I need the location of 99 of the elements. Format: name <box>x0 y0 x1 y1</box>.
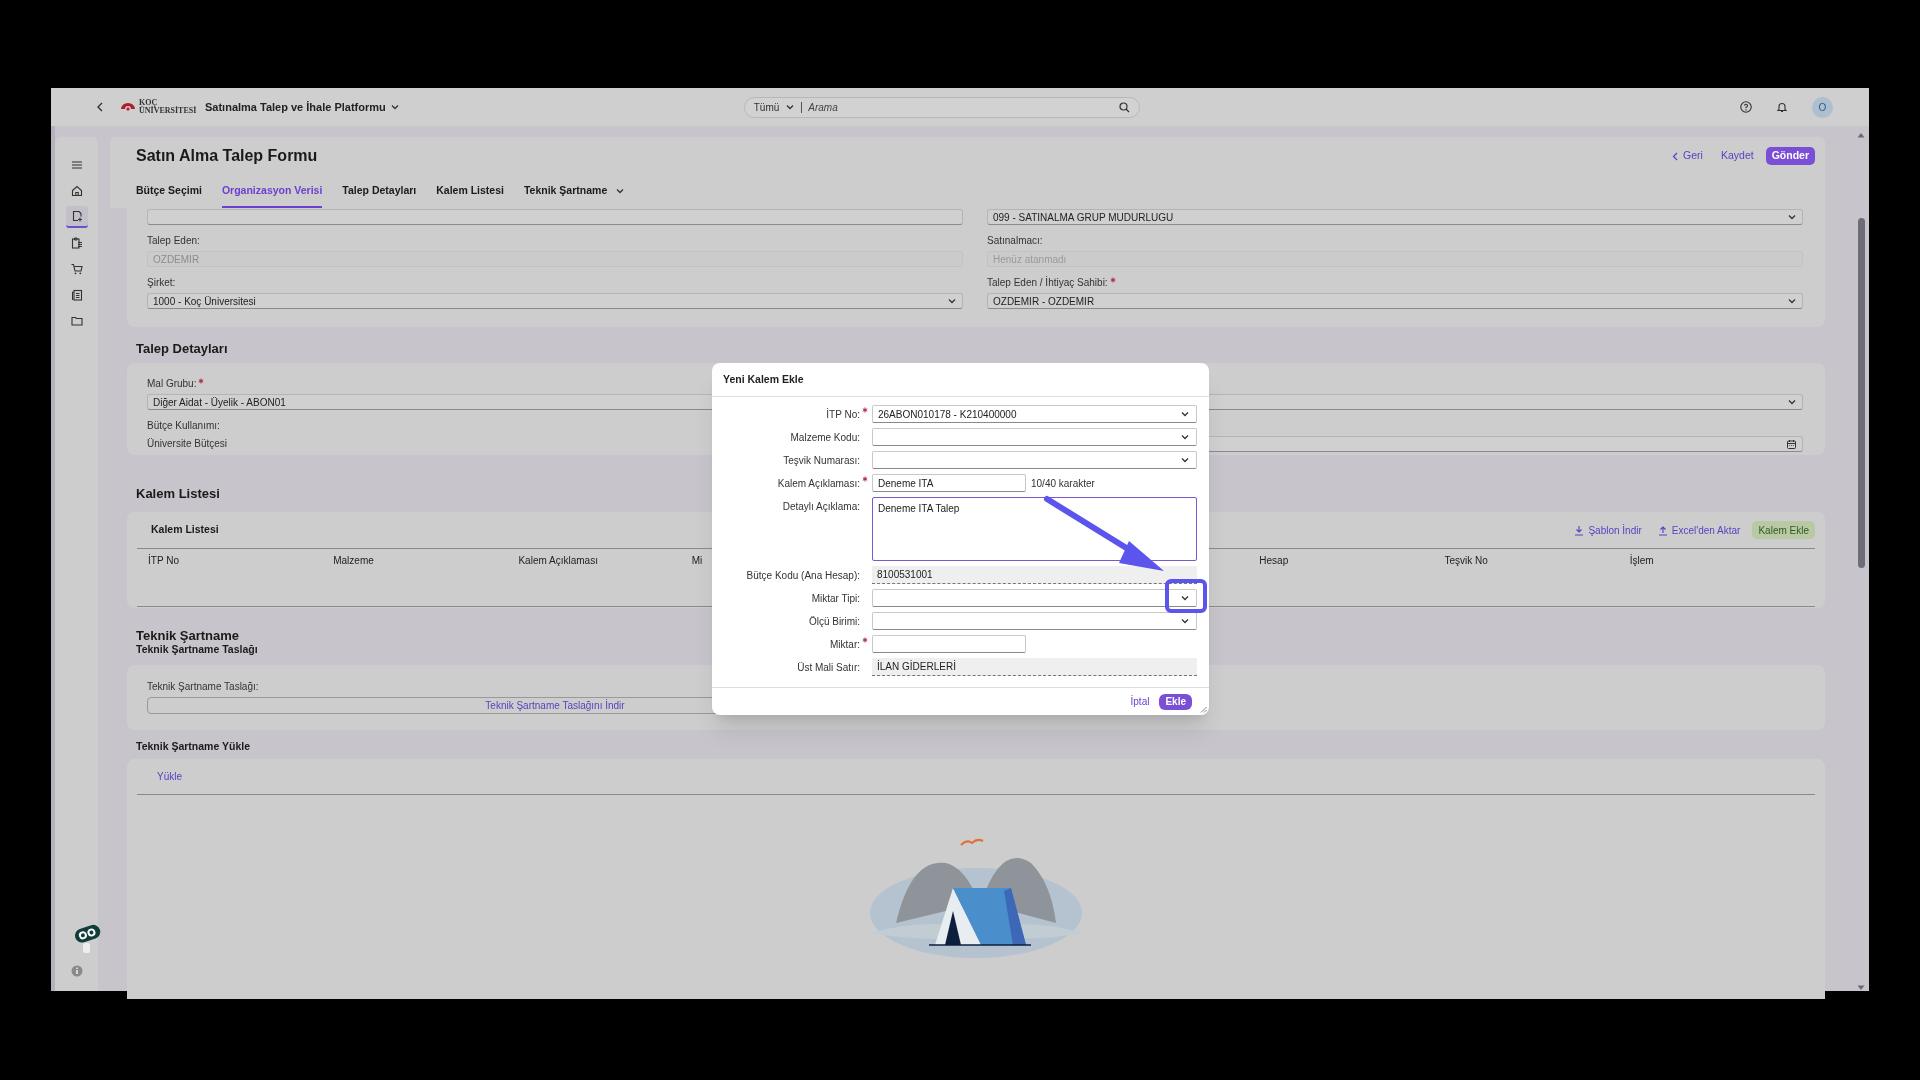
scroll-down-icon[interactable] <box>1857 985 1865 991</box>
select-field[interactable]: OZDEMIR - OZDEMIR <box>987 293 1803 309</box>
select-field[interactable] <box>872 451 1197 469</box>
column-header: Kalem Açıklaması <box>518 553 598 568</box>
chevron-down-icon[interactable] <box>1787 296 1797 306</box>
input-field[interactable] <box>872 635 1026 653</box>
search-field[interactable]: Tümü Arama <box>743 96 1140 118</box>
tab[interactable]: Bütçe Seçimi <box>136 182 202 208</box>
chevron-down-icon[interactable] <box>1180 432 1190 442</box>
tab[interactable]: Teknik Şartname <box>523 182 626 208</box>
cancel-button[interactable]: İptal <box>1130 694 1150 709</box>
logo-text: KOÇ ÜNİVERSİTESİ <box>139 99 197 115</box>
search-input[interactable]: Arama <box>808 99 1119 115</box>
input-field: OZDEMIR <box>147 251 963 267</box>
chevron-down-icon[interactable] <box>947 296 957 306</box>
column-header: Mi <box>691 553 703 568</box>
field-label: Detaylı Açıklama: <box>782 500 860 514</box>
field-value: Üniversite Bütçesi <box>147 437 228 451</box>
readonly-field: 8100531001 <box>872 566 1197 584</box>
chevron-down-icon[interactable] <box>1180 455 1190 465</box>
select-field[interactable]: 1000 - Koç Üniversitesi <box>147 293 963 309</box>
download-icon <box>1574 524 1585 536</box>
menu-icon <box>69 158 84 172</box>
folder-icon <box>69 314 84 328</box>
field-label: İTP No: <box>826 407 860 422</box>
field-label: Satınalmacı: <box>987 233 1043 248</box>
column-header: İşlem <box>1629 553 1654 568</box>
help-icon[interactable] <box>1740 101 1752 113</box>
select-field[interactable]: 26ABON010178 - K210400000 <box>872 405 1197 423</box>
highlight-frame <box>1165 579 1207 613</box>
sidebar-item[interactable] <box>65 206 88 228</box>
chevron-down-icon[interactable] <box>785 102 796 112</box>
character-counter: 10/40 karakter <box>1031 476 1095 491</box>
excel-import-link[interactable]: Excel'den Aktar <box>1657 522 1741 538</box>
bell-icon[interactable] <box>1776 101 1788 113</box>
scroll-up-icon[interactable] <box>1857 132 1865 138</box>
column-header: Malzeme <box>333 553 374 568</box>
input-field[interactable] <box>147 209 963 225</box>
textarea-field[interactable]: Deneme ITA Talep <box>872 497 1197 561</box>
select-field[interactable] <box>872 589 1197 607</box>
back-link[interactable]: Geri <box>1672 148 1703 164</box>
field-label: Talep Eden: <box>147 233 200 248</box>
tab[interactable]: Kalem Listesi <box>436 182 504 208</box>
chevron-down-icon[interactable] <box>1787 397 1797 407</box>
app-title-menu[interactable]: Satınalma Talep ve İhale Platformu <box>205 98 400 116</box>
select-field[interactable]: 099 - SATINALMA GRUP MUDURLUGU <box>987 209 1803 225</box>
home-icon <box>69 184 84 198</box>
column-header: Teşvik No <box>1444 553 1488 568</box>
field-label: Teşvik Numarası: <box>783 453 860 468</box>
add-button[interactable]: Ekle <box>1159 693 1192 710</box>
chevron-down-icon[interactable] <box>1180 593 1190 603</box>
back-icon[interactable] <box>95 101 105 113</box>
avatar[interactable]: O <box>1812 96 1833 118</box>
column-header: Hesap <box>1259 553 1289 568</box>
calendar-icon[interactable] <box>1786 438 1797 450</box>
submit-button[interactable]: Gönder <box>1765 147 1815 165</box>
search-icon[interactable] <box>1118 101 1130 113</box>
template-download-link[interactable]: Şablon İndir <box>1574 522 1642 538</box>
upload-icon <box>1657 524 1668 536</box>
save-button[interactable]: Kaydet <box>1720 148 1754 164</box>
field-label: Talep Eden / İhtiyaç Sahibi: <box>987 275 1108 290</box>
field-label: Bütçe Kodu (Ana Hesap): <box>746 568 860 583</box>
select-field[interactable] <box>872 428 1197 446</box>
field-label: Bütçe Kullanımı: <box>147 419 220 432</box>
table-title: Kalem Listesi <box>151 522 219 538</box>
section-subheading: Teknik Şartname Taslağı <box>136 643 258 656</box>
tab[interactable]: Talep Detayları <box>342 182 417 208</box>
university-logo-icon <box>120 101 136 113</box>
field-label: Teknik Şartname Taslağı: <box>147 680 259 693</box>
section-heading: Talep Detayları <box>136 341 228 358</box>
field-label: Kalem Açıklaması: <box>777 476 860 491</box>
field-label: Şirket: <box>147 275 176 290</box>
back-icon <box>1672 151 1679 161</box>
page-title: Satın Alma Talep Formu <box>136 146 318 166</box>
section-heading: Teknik Şartname <box>136 628 240 643</box>
section-heading: Kalem Listesi <box>136 490 220 503</box>
field-label: Ölçü Birimi: <box>808 614 860 629</box>
section-subheading: Teknik Şartname Yükle <box>136 739 250 753</box>
dialog-title: Yeni Kalem Ekle <box>723 371 804 387</box>
input-field[interactable]: Deneme ITA <box>872 474 1026 492</box>
resize-handle-icon[interactable] <box>1200 706 1207 713</box>
upload-tab[interactable]: Yükle <box>157 769 182 784</box>
chevron-down-icon[interactable] <box>1787 212 1797 222</box>
field-label: Miktar Tipi: <box>811 591 860 606</box>
column-header: İTP No <box>148 553 179 568</box>
chevron-down-icon[interactable] <box>389 102 400 112</box>
field-label: Malzeme Kodu: <box>790 430 860 445</box>
scrollbar-thumb[interactable] <box>1857 218 1865 568</box>
field-label: Miktar: <box>830 637 860 652</box>
field-label: Üst Mali Satır: <box>797 660 860 675</box>
field-label: Mal Grubu: <box>147 376 197 391</box>
cart-icon <box>69 262 84 276</box>
add-item-button[interactable]: Kalem Ekle <box>1752 521 1815 539</box>
readonly-field: İLAN GİDERLERİ <box>872 658 1197 676</box>
documents-icon <box>69 288 84 302</box>
select-field[interactable] <box>872 612 1197 630</box>
clipboard-list-icon <box>69 236 84 250</box>
chevron-down-icon[interactable] <box>1180 616 1190 626</box>
chevron-down-icon[interactable] <box>1180 409 1190 419</box>
